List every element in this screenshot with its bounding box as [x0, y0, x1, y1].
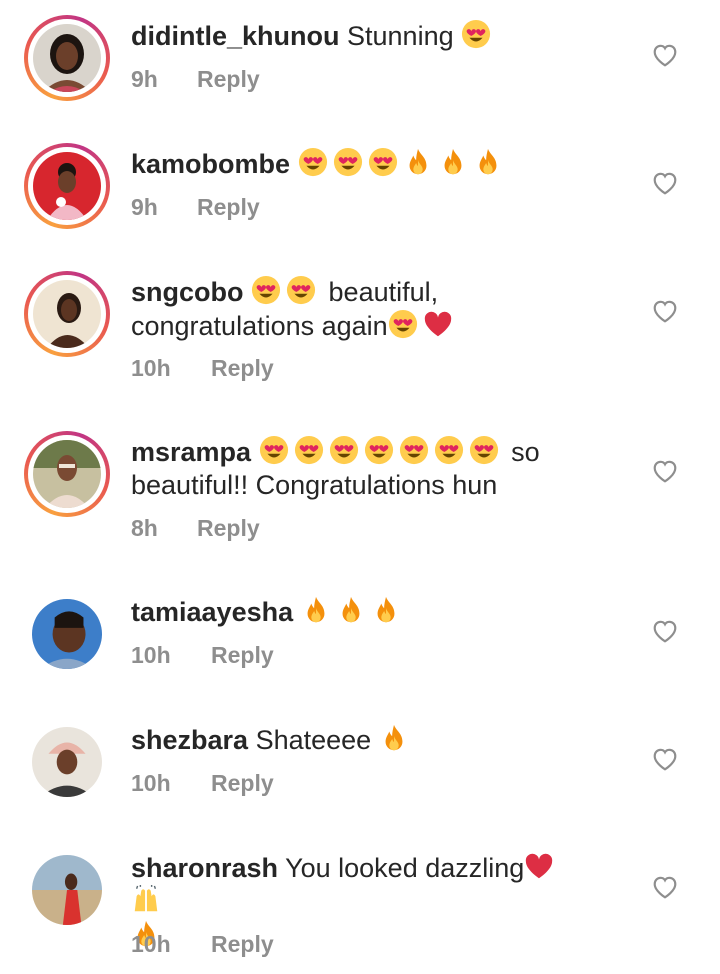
- heart-eyes-emoji: [434, 435, 464, 465]
- avatar-container[interactable]: [24, 719, 110, 805]
- comment-username[interactable]: sharonrash: [131, 853, 278, 883]
- fire-emoji: [438, 147, 468, 177]
- comment-meta: 10h Reply: [131, 355, 274, 382]
- comment-meta: 10h Reply: [131, 931, 274, 958]
- heart-eyes-emoji: [399, 435, 429, 465]
- avatar-with-story-ring[interactable]: [24, 431, 110, 517]
- fire-emoji: [371, 595, 401, 625]
- avatar[interactable]: [33, 280, 101, 348]
- comment-timestamp: 9h: [131, 194, 158, 220]
- red-heart-emoji: [423, 309, 453, 339]
- avatar[interactable]: [32, 727, 102, 797]
- heart-outline-icon[interactable]: [652, 171, 678, 195]
- heart-eyes-emoji: [298, 147, 328, 177]
- heart-eyes-emoji: [333, 147, 363, 177]
- red-heart-emoji: [524, 851, 554, 881]
- avatar-with-story-ring[interactable]: [24, 15, 110, 101]
- avatar[interactable]: [32, 599, 102, 669]
- comment-timestamp: 10h: [131, 642, 171, 668]
- avatar-container[interactable]: [24, 847, 110, 933]
- heart-eyes-emoji: [286, 275, 316, 305]
- heart-eyes-emoji: [329, 435, 359, 465]
- comment-username[interactable]: msrampa: [131, 437, 251, 467]
- fire-emoji: [301, 595, 331, 625]
- comment-timestamp: 9h: [131, 66, 158, 92]
- comment-meta: 8h Reply: [131, 515, 260, 542]
- comment-timestamp: 10h: [131, 931, 171, 957]
- comment-item: didintle_khunou Stunning 9h Reply: [0, 0, 720, 128]
- comment-item: sngcobo beautiful, congratulations again …: [0, 256, 720, 416]
- heart-outline-icon[interactable]: [652, 459, 678, 483]
- avatar-with-story-ring[interactable]: [24, 271, 110, 357]
- avatar-with-story-ring[interactable]: [24, 143, 110, 229]
- heart-eyes-emoji: [469, 435, 499, 465]
- heart-eyes-emoji: [294, 435, 324, 465]
- reply-button[interactable]: Reply: [197, 194, 260, 221]
- comment-username[interactable]: tamiaayesha: [131, 597, 293, 627]
- reply-button[interactable]: Reply: [211, 355, 274, 382]
- comment-text: didintle_khunou Stunning: [131, 19, 581, 53]
- comment-text: sngcobo beautiful, congratulations again: [131, 275, 581, 343]
- fire-emoji: [403, 147, 433, 177]
- reply-button[interactable]: Reply: [211, 770, 274, 797]
- comment-item: sharonrash You looked dazzling 10h Reply: [0, 832, 720, 974]
- comment-text: msrampa so beautiful!! Congratulations hu…: [131, 435, 540, 500]
- heart-eyes-emoji: [364, 435, 394, 465]
- fire-emoji: [336, 595, 366, 625]
- comment-meta: 10h Reply: [131, 642, 274, 669]
- reply-button[interactable]: Reply: [211, 642, 274, 669]
- comment-text: sharonrash You looked dazzling: [131, 851, 581, 953]
- comment-username[interactable]: shezbara: [131, 725, 248, 755]
- comment-item: msrampa so beautiful!! Congratulations hu…: [0, 416, 720, 576]
- reply-button[interactable]: Reply: [197, 66, 260, 93]
- heart-outline-icon[interactable]: [652, 299, 678, 323]
- comment-item: shezbara Shateeee 10h Reply: [0, 704, 720, 832]
- comment-username[interactable]: didintle_khunou: [131, 21, 340, 51]
- comment-meta: 9h Reply: [131, 66, 260, 93]
- heart-eyes-emoji: [368, 147, 398, 177]
- comment-timestamp: 10h: [131, 355, 171, 381]
- comment-item: tamiaayesha 10h Reply: [0, 576, 720, 704]
- comment-username[interactable]: kamobombe: [131, 149, 290, 179]
- heart-eyes-emoji: [259, 435, 289, 465]
- heart-outline-icon[interactable]: [652, 875, 678, 899]
- comment-meta: 9h Reply: [131, 194, 260, 221]
- fire-emoji: [473, 147, 503, 177]
- fire-emoji: [379, 723, 409, 753]
- comment-meta: 10h Reply: [131, 770, 274, 797]
- heart-outline-icon[interactable]: [652, 43, 678, 67]
- heart-outline-icon[interactable]: [652, 619, 678, 643]
- comment-username[interactable]: sngcobo: [131, 277, 244, 307]
- avatar[interactable]: [32, 855, 102, 925]
- comment-text: tamiaayesha: [131, 595, 581, 629]
- heart-eyes-emoji: [461, 19, 491, 49]
- comment-timestamp: 8h: [131, 515, 158, 541]
- comment-text: shezbara Shateeee: [131, 723, 581, 757]
- comment-item: kamobombe 9h Reply: [0, 128, 720, 256]
- reply-button[interactable]: Reply: [197, 515, 260, 542]
- heart-outline-icon[interactable]: [652, 747, 678, 771]
- reply-button[interactable]: Reply: [211, 931, 274, 958]
- heart-eyes-emoji: [251, 275, 281, 305]
- avatar[interactable]: [33, 152, 101, 220]
- heart-eyes-emoji: [388, 309, 418, 339]
- comment-text: kamobombe: [131, 147, 581, 181]
- avatar[interactable]: [33, 24, 101, 92]
- avatar[interactable]: [33, 440, 101, 508]
- raising-hands-emoji: [131, 885, 161, 915]
- avatar-container[interactable]: [24, 591, 110, 677]
- comment-timestamp: 10h: [131, 770, 171, 796]
